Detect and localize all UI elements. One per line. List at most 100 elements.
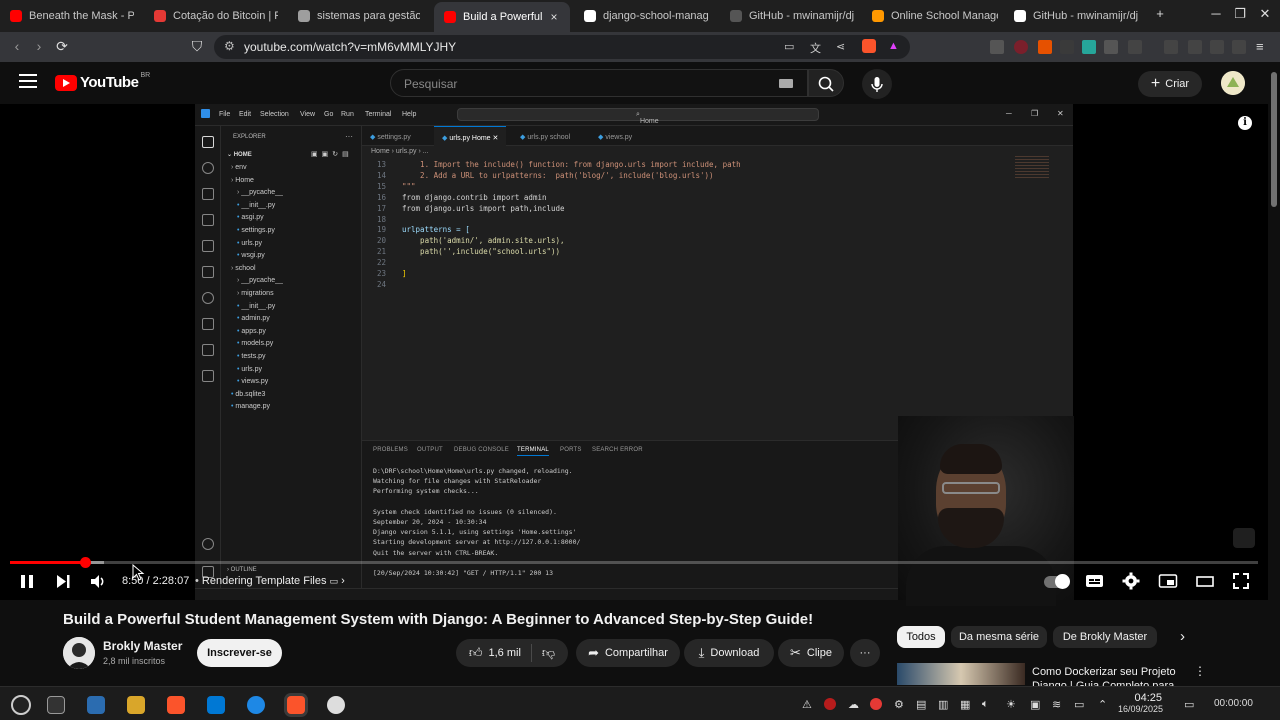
file-explorer-icon[interactable] — [127, 696, 145, 714]
subtitles-button[interactable] — [1085, 572, 1105, 595]
settings-button[interactable] — [1122, 572, 1140, 595]
chips-next-icon[interactable]: › — [1180, 628, 1185, 645]
browser-tab[interactable]: GitHub - mwinamijr/dj — [730, 4, 854, 28]
miniplayer-button[interactable] — [1158, 572, 1178, 595]
more-actions-button[interactable]: ··· — [850, 639, 880, 667]
extension-icon[interactable] — [1128, 40, 1142, 54]
browser-tab[interactable]: Beneath the Mask - Pe — [10, 4, 134, 28]
channel-name[interactable]: Brokly Master — [103, 639, 182, 653]
system-clock[interactable]: 04:25 16/09/2025 — [1118, 692, 1163, 714]
page-scrollbar[interactable] — [1268, 62, 1280, 686]
autoplay-toggle[interactable] — [1044, 574, 1070, 589]
chip-all[interactable]: Todos — [897, 626, 945, 648]
browser-tab[interactable]: Build a Powerful × — [434, 2, 570, 32]
youtube-logo[interactable]: YouTube BR — [55, 72, 150, 91]
extension-icon[interactable] — [1060, 40, 1074, 54]
tray-icon[interactable]: ⚠ — [802, 698, 812, 711]
channel-watermark[interactable] — [1233, 528, 1255, 548]
account-avatar[interactable] — [1221, 71, 1245, 95]
chip-same-series[interactable]: Da mesma série — [951, 626, 1047, 648]
leo-ai-icon[interactable] — [1232, 40, 1246, 54]
task-view-icon[interactable] — [47, 696, 65, 714]
fullscreen-button[interactable] — [1232, 572, 1250, 595]
obs-icon[interactable] — [327, 696, 345, 714]
subscribe-button[interactable]: Inscrever-se — [197, 639, 282, 667]
tray-icon[interactable]: ▤ — [916, 698, 926, 711]
extension-icon[interactable] — [1038, 40, 1052, 54]
extension-icon[interactable] — [1014, 40, 1028, 54]
tray-icon[interactable]: ▥ — [938, 698, 948, 711]
vscode-taskbar-icon[interactable] — [207, 696, 225, 714]
back-icon[interactable]: ‹ — [8, 38, 26, 54]
new-tab-button[interactable]: + — [1150, 6, 1170, 21]
guide-menu-icon[interactable] — [19, 74, 37, 88]
tab-close-icon[interactable]: × — [551, 10, 558, 24]
like-button[interactable]: 👍︎ 1,6 mil — [469, 645, 521, 661]
search-input[interactable]: Pesquisar — [390, 69, 808, 97]
theater-mode-button[interactable] — [1195, 572, 1215, 595]
site-info-icon[interactable]: ⚙ — [224, 39, 235, 53]
browser-tab[interactable]: sistemas para gestão — [298, 4, 420, 28]
volume-tray-icon[interactable]: 🔈︎ — [982, 698, 989, 711]
sidebar-icon[interactable] — [1188, 40, 1202, 54]
forward-icon[interactable]: › — [30, 38, 48, 54]
browser-tab[interactable]: GitHub - mwinamijr/dj — [1014, 4, 1138, 28]
brave-shield-icon[interactable] — [862, 39, 876, 53]
progress-bar[interactable] — [10, 557, 1258, 568]
address-bar[interactable]: ⚙ youtube.com/watch?v=mM6vMMLYJHY ▭ 文 ⋖ … — [214, 35, 910, 59]
translate-icon[interactable]: 文 — [810, 40, 821, 56]
keyboard-icon[interactable] — [779, 79, 793, 88]
thumbs-down-icon[interactable]: 👎︎ — [542, 645, 555, 661]
record-icon[interactable] — [870, 698, 882, 710]
brave-rewards-icon[interactable]: ▲ — [888, 40, 899, 52]
brave-active-icon[interactable] — [287, 696, 305, 714]
download-button[interactable]: ⤓ Download — [684, 639, 774, 667]
start-icon[interactable] — [11, 695, 31, 715]
pause-button[interactable] — [18, 572, 36, 595]
tray-icon[interactable]: ⚙ — [894, 698, 904, 711]
scrollbar-thumb[interactable] — [1271, 72, 1277, 207]
extension-icon[interactable] — [1082, 40, 1096, 54]
camera-icon[interactable] — [990, 40, 1004, 54]
media-icon[interactable] — [1164, 40, 1178, 54]
menu-icon[interactable]: ≡ — [1256, 39, 1264, 54]
clip-button[interactable]: ✂ Clipe — [778, 639, 844, 667]
brightness-icon[interactable]: ☀ — [1006, 698, 1016, 711]
battery-icon[interactable]: ▭ — [1074, 698, 1084, 711]
app-icon[interactable] — [247, 696, 265, 714]
tray-icon[interactable]: ☁ — [848, 698, 859, 711]
wifi-icon[interactable]: ≋ — [1052, 698, 1061, 711]
brave-browser-icon[interactable] — [167, 696, 185, 714]
notification-icon[interactable]: ▭ — [1184, 698, 1194, 711]
create-button[interactable]: + Criar — [1138, 71, 1202, 97]
share-icon[interactable]: ⋖ — [836, 40, 845, 53]
chip-from-channel[interactable]: De Brokly Master — [1053, 626, 1157, 648]
tray-expand-icon[interactable]: ⌃ — [1098, 698, 1107, 711]
tray-icon[interactable]: ▣ — [1030, 698, 1040, 711]
tray-icon[interactable]: ▦ — [960, 698, 970, 711]
maximize-button[interactable]: ❐ — [1230, 6, 1250, 22]
minimize-button[interactable]: ─ — [1206, 6, 1226, 21]
chapter-title[interactable]: • Rendering Template Files ▭ › — [195, 575, 345, 587]
browser-tab[interactable]: Cotação do Bitcoin | P — [154, 4, 278, 28]
bookmark-icon[interactable]: ⛉ — [188, 38, 206, 55]
video-player[interactable]: File Edit Selection View Go Run Terminal… — [0, 104, 1268, 606]
recommendation-menu-icon[interactable]: ⋮ — [1194, 664, 1206, 678]
cast-icon[interactable]: ▭ — [784, 40, 794, 53]
channel-avatar[interactable] — [63, 637, 95, 669]
recommendation-thumbnail[interactable] — [897, 663, 1025, 685]
voice-search-button[interactable] — [862, 69, 892, 99]
reload-icon[interactable]: ⟳ — [53, 38, 71, 55]
store-icon[interactable] — [87, 696, 105, 714]
progress-scrubber[interactable] — [79, 557, 91, 568]
share-button[interactable]: ➦ Compartilhar — [576, 639, 680, 667]
info-icon[interactable]: i — [1238, 116, 1252, 130]
close-window-button[interactable]: ✕ — [1255, 6, 1275, 22]
extensions-puzzle-icon[interactable] — [1104, 40, 1118, 54]
tray-icon[interactable] — [824, 698, 836, 710]
volume-button[interactable] — [89, 572, 107, 595]
search-button[interactable] — [808, 69, 844, 97]
next-button[interactable] — [54, 572, 72, 595]
wallet-icon[interactable] — [1210, 40, 1224, 54]
browser-tab[interactable]: Online School Manage — [872, 4, 998, 28]
